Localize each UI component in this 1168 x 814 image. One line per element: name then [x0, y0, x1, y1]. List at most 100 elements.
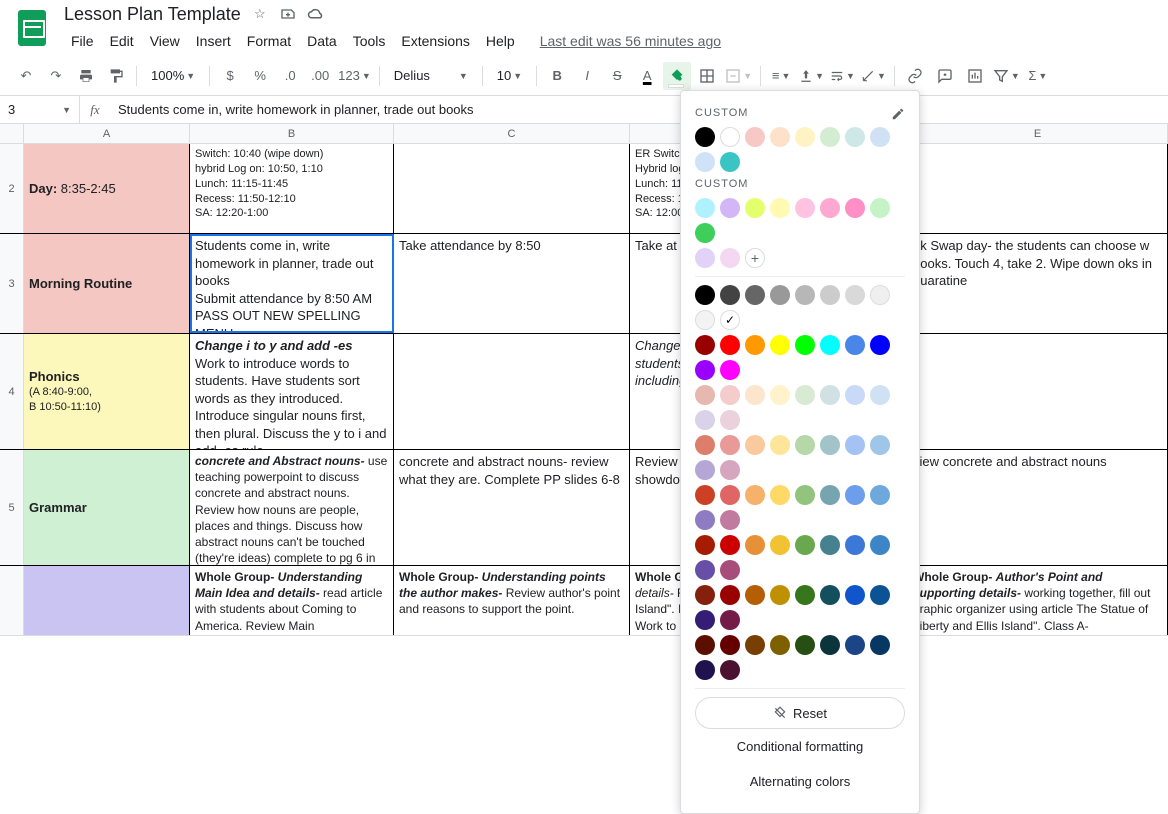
color-swatch[interactable] — [870, 435, 890, 455]
color-swatch[interactable] — [795, 635, 815, 655]
link-button[interactable] — [901, 62, 929, 90]
color-swatch[interactable] — [770, 635, 790, 655]
color-swatch[interactable] — [720, 510, 740, 530]
percent-button[interactable]: % — [246, 62, 274, 90]
color-swatch[interactable] — [770, 435, 790, 455]
cell-b6[interactable]: Whole Group- Understanding Main Idea and… — [190, 566, 394, 635]
color-swatch[interactable] — [695, 198, 715, 218]
color-swatch[interactable] — [720, 198, 740, 218]
color-swatch[interactable] — [695, 152, 715, 172]
sheets-logo[interactable] — [12, 8, 52, 48]
color-swatch[interactable] — [695, 435, 715, 455]
paint-format-button[interactable] — [102, 62, 130, 90]
color-swatch[interactable] — [695, 127, 715, 147]
color-swatch[interactable] — [795, 435, 815, 455]
select-all-corner[interactable] — [0, 124, 24, 143]
cell-b2[interactable]: Switch: 10:40 (wipe down) hybrid Log on:… — [190, 144, 394, 233]
color-swatch[interactable] — [820, 127, 840, 147]
menu-format[interactable]: Format — [240, 29, 298, 53]
color-swatch[interactable] — [695, 560, 715, 580]
col-header-c[interactable]: C — [394, 124, 630, 143]
strikethrough-button[interactable]: S — [603, 62, 631, 90]
comment-button[interactable] — [931, 62, 959, 90]
decrease-decimal-button[interactable]: .0 — [276, 62, 304, 90]
cell-b3[interactable]: Students come in, write homework in plan… — [190, 234, 394, 333]
color-swatch[interactable] — [870, 285, 890, 305]
color-swatch[interactable] — [770, 585, 790, 605]
cell-a4[interactable]: Phonics (A 8:40-9:00, B 10:50-11:10) — [24, 334, 190, 449]
color-swatch[interactable] — [845, 485, 865, 505]
h-align-button[interactable]: ≡▼ — [767, 62, 795, 90]
v-align-button[interactable]: ▼ — [797, 62, 826, 90]
menu-extensions[interactable]: Extensions — [394, 29, 476, 53]
redo-button[interactable]: ↷ — [42, 62, 70, 90]
color-swatch[interactable] — [720, 285, 740, 305]
doc-title[interactable]: Lesson Plan Template — [64, 4, 241, 25]
color-swatch[interactable] — [870, 335, 890, 355]
merge-button[interactable]: ▼ — [723, 62, 754, 90]
color-swatch[interactable] — [820, 535, 840, 555]
color-swatch[interactable] — [695, 223, 715, 243]
color-swatch[interactable] — [695, 335, 715, 355]
cell-c4[interactable] — [394, 334, 630, 449]
more-formats-button[interactable]: 123▼ — [336, 62, 373, 90]
color-swatch[interactable] — [695, 535, 715, 555]
add-custom-color[interactable]: + — [745, 248, 765, 268]
color-swatch[interactable] — [845, 635, 865, 655]
cell-a5[interactable]: Grammar — [24, 450, 190, 565]
color-swatch[interactable] — [720, 248, 740, 268]
color-swatch[interactable] — [720, 435, 740, 455]
color-swatch[interactable] — [745, 198, 765, 218]
color-swatch[interactable] — [845, 285, 865, 305]
star-icon[interactable]: ☆ — [251, 5, 269, 23]
row-header-6[interactable] — [0, 566, 24, 635]
color-swatch[interactable] — [720, 460, 740, 480]
menu-insert[interactable]: Insert — [189, 29, 238, 53]
color-swatch[interactable] — [820, 285, 840, 305]
wrap-button[interactable]: ▼ — [828, 62, 857, 90]
color-swatch[interactable] — [845, 585, 865, 605]
cell-reference[interactable]: 3▼ — [0, 96, 80, 123]
color-swatch[interactable] — [720, 610, 740, 630]
color-swatch[interactable] — [770, 198, 790, 218]
color-swatch[interactable] — [870, 535, 890, 555]
formula-input[interactable]: Students come in, write homework in plan… — [110, 102, 1168, 117]
text-color-button[interactable]: A — [633, 62, 661, 90]
color-swatch[interactable] — [745, 435, 765, 455]
color-swatch[interactable] — [695, 248, 715, 268]
color-swatch[interactable] — [820, 435, 840, 455]
alternating-colors-link[interactable]: Alternating colors — [695, 764, 905, 799]
color-swatch[interactable] — [795, 535, 815, 555]
color-swatch[interactable] — [845, 335, 865, 355]
color-swatch[interactable] — [820, 485, 840, 505]
color-swatch[interactable] — [695, 510, 715, 530]
currency-button[interactable]: $ — [216, 62, 244, 90]
color-swatch[interactable] — [745, 335, 765, 355]
row-header-5[interactable]: 5 — [0, 450, 24, 565]
color-swatch[interactable] — [795, 198, 815, 218]
menu-tools[interactable]: Tools — [346, 29, 393, 53]
increase-decimal-button[interactable]: .00 — [306, 62, 334, 90]
cell-a3[interactable]: Morning Routine — [24, 234, 190, 333]
conditional-formatting-link[interactable]: Conditional formatting — [695, 729, 905, 764]
row-header-2[interactable]: 2 — [0, 144, 24, 233]
filter-button[interactable]: ▼ — [991, 62, 1022, 90]
last-edit-link[interactable]: Last edit was 56 minutes ago — [540, 33, 721, 49]
reset-button[interactable]: Reset — [695, 697, 905, 729]
row-header-4[interactable]: 4 — [0, 334, 24, 449]
color-swatch[interactable] — [695, 360, 715, 380]
color-swatch[interactable] — [770, 385, 790, 405]
color-swatch[interactable] — [845, 198, 865, 218]
color-swatch[interactable] — [770, 127, 790, 147]
font-dropdown[interactable]: Delius▼ — [386, 62, 476, 90]
borders-button[interactable] — [693, 62, 721, 90]
color-swatch[interactable] — [770, 485, 790, 505]
color-swatch[interactable] — [695, 660, 715, 680]
color-swatch[interactable] — [745, 285, 765, 305]
color-swatch[interactable] — [820, 335, 840, 355]
color-swatch[interactable] — [820, 585, 840, 605]
cell-c2[interactable] — [394, 144, 630, 233]
color-swatch[interactable] — [695, 310, 715, 330]
color-swatch[interactable] — [720, 310, 740, 330]
color-swatch[interactable] — [720, 535, 740, 555]
